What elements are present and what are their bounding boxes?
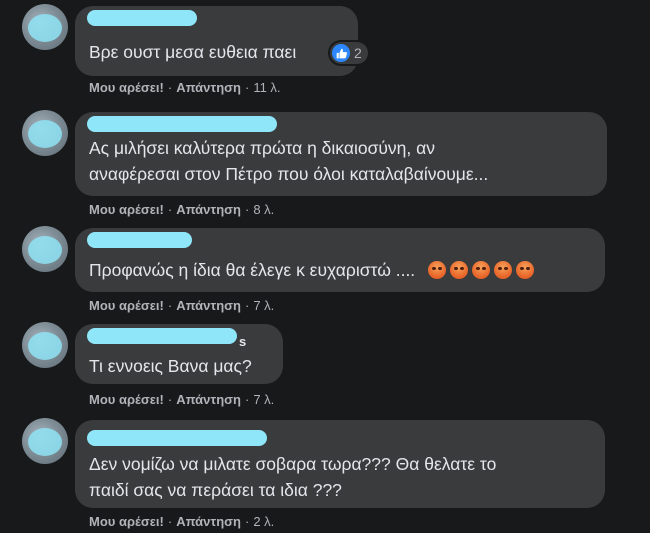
reply-link[interactable]: Απάντηση	[176, 202, 241, 217]
comment-actions: Μου αρέσει! · Απάντηση · 8 λ.	[89, 202, 275, 217]
like-link[interactable]: Μου αρέσει!	[89, 80, 164, 95]
redaction-blur	[28, 332, 62, 360]
like-icon	[332, 44, 350, 62]
timestamp[interactable]: 7 λ.	[253, 392, 274, 407]
reaction-summary[interactable]: 2	[330, 42, 368, 64]
comment-text: αναφέρεσαι στον Πέτρο που όλοι καταλαβαί…	[89, 164, 489, 184]
avatar[interactable]	[22, 322, 68, 368]
redaction-blur	[28, 428, 62, 456]
like-link[interactable]: Μου αρέσει!	[89, 392, 164, 407]
comment-text: Βρε ουστ μεσα ευθεια παει	[89, 42, 297, 62]
comment-actions: Μου αρέσει! · Απάντηση · 2 λ.	[89, 514, 275, 529]
comment-actions: Μου αρέσει! · Απάντηση · 11 λ.	[89, 80, 281, 95]
avatar[interactable]	[22, 4, 68, 50]
comment-bubble: Προφανώς η ίδια θα έλεγε κ ευχαριστώ ...…	[75, 228, 605, 292]
angry-face-icon	[472, 261, 491, 279]
angry-face-icon	[516, 261, 535, 279]
reaction-count: 2	[354, 45, 362, 61]
timestamp[interactable]: 11 λ.	[253, 80, 280, 95]
comment-bubble: s Τι εννοεις Βανα μας?	[75, 324, 283, 384]
reply-link[interactable]: Απάντηση	[176, 80, 241, 95]
timestamp[interactable]: 2 λ.	[253, 514, 274, 529]
reply-link[interactable]: Απάντηση	[176, 392, 241, 407]
comment-bubble: Βρε ουστ μεσα ευθεια παει 2	[75, 6, 368, 76]
comment-text: παιδί σας να περάσει τα ιδια ???	[89, 480, 342, 500]
redacted-author-name[interactable]	[87, 328, 237, 344]
angry-face-icon	[450, 261, 469, 279]
timestamp[interactable]: 8 λ.	[253, 202, 274, 217]
comment-text: Ας μιλήσει καλύτερα πρώτα η δικαιοσύνη, …	[89, 138, 436, 158]
comment-text: Προφανώς η ίδια θα έλεγε κ ευχαριστώ ...…	[89, 256, 535, 284]
angry-emoji-group	[424, 260, 535, 280]
like-link[interactable]: Μου αρέσει!	[89, 298, 164, 313]
author-name-suffix: s	[239, 334, 247, 349]
like-link[interactable]: Μου αρέσει!	[89, 514, 164, 529]
redaction-blur	[28, 236, 62, 264]
comment-actions: Μου αρέσει! · Απάντηση · 7 λ.	[89, 298, 275, 313]
reply-link[interactable]: Απάντηση	[176, 514, 241, 529]
redacted-author-name[interactable]	[87, 10, 197, 26]
redaction-blur	[28, 14, 62, 42]
angry-face-icon	[494, 261, 513, 279]
redaction-blur	[28, 120, 62, 148]
comment-text: Δεν νομίζω να μιλατε σοβαρα τωρα??? Θα θ…	[89, 454, 497, 474]
comment-text-content: Προφανώς η ίδια θα έλεγε κ ευχαριστώ ...…	[89, 260, 416, 280]
avatar[interactable]	[22, 418, 68, 464]
comment-bubble: Δεν νομίζω να μιλατε σοβαρα τωρα??? Θα θ…	[75, 420, 605, 508]
like-link[interactable]: Μου αρέσει!	[89, 202, 164, 217]
redacted-author-name[interactable]	[87, 430, 267, 446]
comment-text: Τι εννοεις Βανα μας?	[89, 356, 252, 376]
avatar[interactable]	[22, 226, 68, 272]
avatar[interactable]	[22, 110, 68, 156]
redacted-author-name[interactable]	[87, 232, 192, 248]
angry-face-icon	[428, 261, 447, 279]
timestamp[interactable]: 7 λ.	[253, 298, 274, 313]
redacted-author-name[interactable]	[87, 116, 277, 132]
comment-bubble: Ας μιλήσει καλύτερα πρώτα η δικαιοσύνη, …	[75, 112, 607, 196]
reply-link[interactable]: Απάντηση	[176, 298, 241, 313]
comment-actions: Μου αρέσει! · Απάντηση · 7 λ.	[89, 392, 275, 407]
